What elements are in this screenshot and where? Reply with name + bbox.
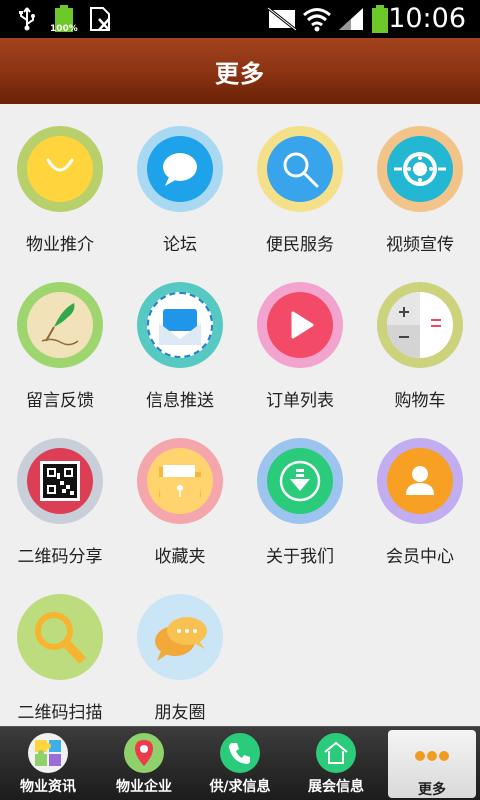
signal-icon bbox=[336, 0, 366, 38]
nav-item-property-news[interactable]: 物业资讯 bbox=[0, 727, 96, 800]
grid-item-info-push[interactable]: 信息推送 bbox=[120, 260, 240, 416]
quill-pen-icon bbox=[27, 292, 93, 358]
map-pin-icon bbox=[124, 733, 164, 773]
phone-icon bbox=[220, 733, 260, 773]
page-title: 更多 bbox=[215, 59, 265, 88]
grid-item-qr-scan[interactable]: 二维码扫描 bbox=[0, 572, 120, 728]
grid-item-label: 订单列表 bbox=[266, 391, 334, 411]
nav-label: 物业企业 bbox=[116, 779, 172, 795]
grid-item-label: 留言反馈 bbox=[26, 391, 94, 411]
grid-item-label: 会员中心 bbox=[386, 547, 454, 567]
grid-item-shopping-cart[interactable]: 购物车 bbox=[360, 260, 480, 416]
grid-item-label: 关于我们 bbox=[266, 547, 334, 567]
grid-item-property-recommend[interactable]: 物业推介 bbox=[0, 104, 120, 260]
nav-label: 物业资讯 bbox=[20, 779, 76, 795]
grid-item-forum[interactable]: 论坛 bbox=[120, 104, 240, 260]
film-reel-icon bbox=[387, 136, 453, 202]
grid-item-feedback[interactable]: 留言反馈 bbox=[0, 260, 120, 416]
speech-bubbles-icon bbox=[147, 604, 213, 670]
play-icon bbox=[267, 292, 333, 358]
envelope-icon bbox=[147, 292, 213, 358]
nav-label: 更多 bbox=[418, 782, 446, 798]
grid-item-label: 收藏夹 bbox=[154, 547, 206, 567]
nav-item-more[interactable]: 更多 bbox=[388, 730, 476, 798]
user-profile-icon bbox=[387, 448, 453, 514]
magnifier-icon bbox=[27, 604, 93, 670]
feature-grid: 物业推介 论坛 便民服务 视频宣传 留言反馈 信息推送 订单列表 购物车 二维码… bbox=[0, 104, 480, 726]
qr-code-icon bbox=[27, 448, 93, 514]
grid-item-favorites[interactable]: 收藏夹 bbox=[120, 416, 240, 572]
grid-item-label: 论坛 bbox=[163, 235, 197, 255]
title-bar: 更多 bbox=[0, 38, 480, 104]
nav-item-property-company[interactable]: 物业企业 bbox=[96, 727, 192, 800]
grid-item-moments[interactable]: 朋友圈 bbox=[120, 572, 240, 728]
usb-icon bbox=[12, 0, 42, 38]
shopping-bag-icon bbox=[27, 136, 93, 202]
grid-item-label: 二维码扫描 bbox=[17, 703, 103, 723]
calculator-icon bbox=[387, 292, 453, 358]
grid-item-order-list[interactable]: 订单列表 bbox=[240, 260, 360, 416]
grid-item-label: 物业推介 bbox=[26, 235, 94, 255]
grid-item-video-promo[interactable]: 视频宣传 bbox=[360, 104, 480, 260]
grid-item-member-center[interactable]: 会员中心 bbox=[360, 416, 480, 572]
grid-item-convenience-service[interactable]: 便民服务 bbox=[240, 104, 360, 260]
status-bar: 100% 10:06 bbox=[0, 0, 480, 38]
nav-label: 供/求信息 bbox=[209, 779, 271, 795]
puzzle-icon bbox=[28, 733, 68, 773]
grid-item-about-us[interactable]: 关于我们 bbox=[240, 416, 360, 572]
grid-item-label: 二维码分享 bbox=[17, 547, 103, 567]
battery-level-text: 100% bbox=[50, 24, 78, 34]
wifi-icon bbox=[300, 0, 334, 38]
bottom-nav: 物业资讯 物业企业 供/求信息 展会信息 更多 bbox=[0, 726, 480, 800]
vibrate-off-icon bbox=[264, 0, 300, 38]
grid-item-label: 信息推送 bbox=[146, 391, 214, 411]
house-icon bbox=[316, 733, 356, 773]
grid-item-label: 朋友圈 bbox=[154, 703, 206, 723]
status-time: 10:06 bbox=[388, 3, 466, 34]
grid-item-qr-share[interactable]: 二维码分享 bbox=[0, 416, 120, 572]
nav-item-exhibition[interactable]: 展会信息 bbox=[288, 727, 384, 800]
grid-item-label: 视频宣传 bbox=[386, 235, 454, 255]
chat-bubble-icon bbox=[147, 136, 213, 202]
more-dots-icon bbox=[412, 736, 452, 776]
search-icon bbox=[267, 136, 333, 202]
nav-label: 展会信息 bbox=[308, 779, 364, 795]
download-icon bbox=[267, 448, 333, 514]
nav-item-supply-demand[interactable]: 供/求信息 bbox=[192, 727, 288, 800]
folder-icon bbox=[147, 448, 213, 514]
no-sim-icon bbox=[86, 0, 114, 38]
grid-item-label: 便民服务 bbox=[266, 235, 334, 255]
grid-item-label: 购物车 bbox=[394, 391, 446, 411]
